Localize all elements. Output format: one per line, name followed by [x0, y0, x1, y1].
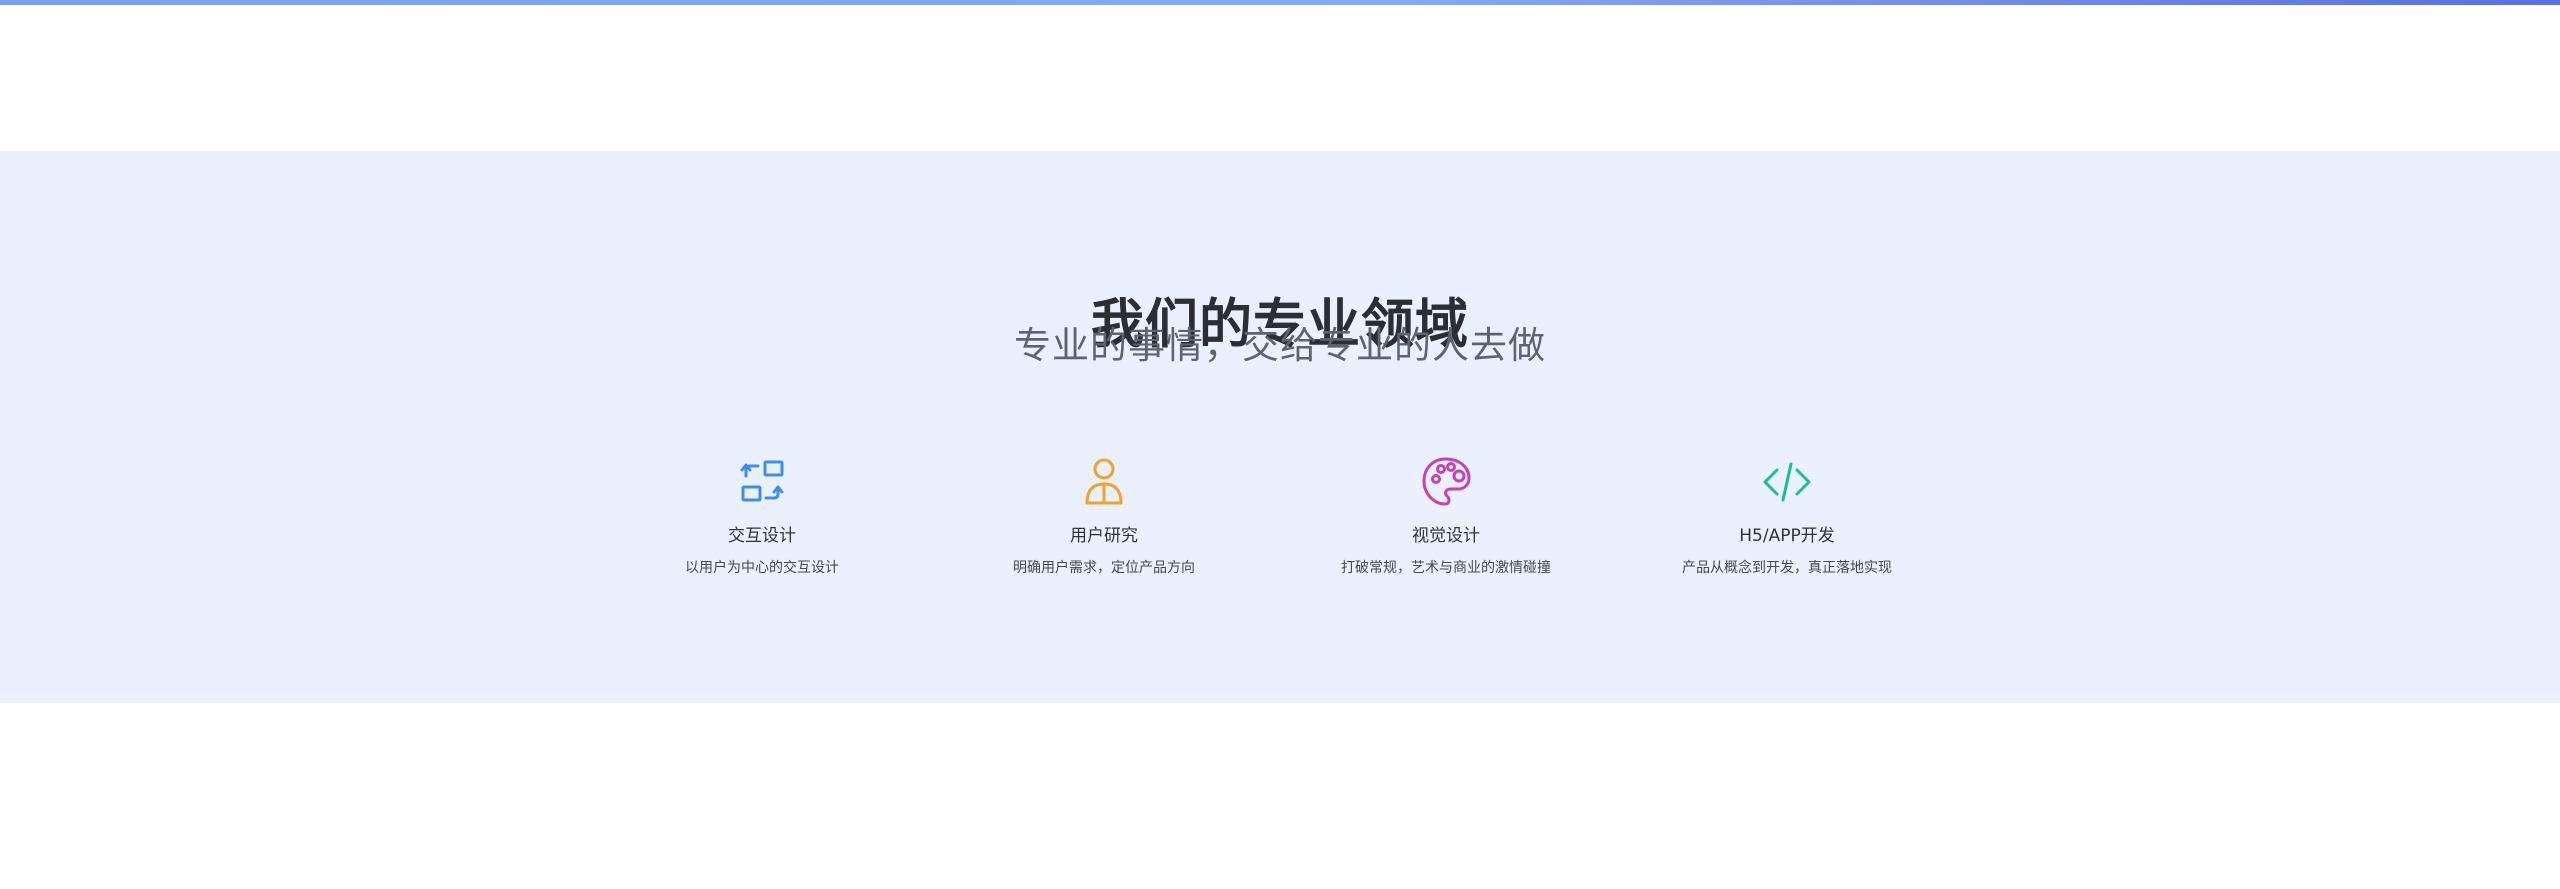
- feature-name: 用户研究: [1070, 526, 1138, 546]
- interaction-swap-icon: [732, 452, 792, 512]
- code-icon: [1757, 452, 1817, 512]
- feature-description: 以用户为中心的交互设计: [685, 560, 839, 576]
- palette-icon: [1416, 452, 1476, 512]
- feature-name: H5/APP开发: [1739, 526, 1835, 546]
- expertise-section: [0, 151, 2560, 703]
- feature-user-research: 用户研究 明确用户需求，定位产品方向: [954, 452, 1254, 578]
- feature-interaction-design: 交互设计 以用户为中心的交互设计: [612, 452, 912, 578]
- feature-name: 视觉设计: [1412, 526, 1480, 546]
- feature-description: 明确用户需求，定位产品方向: [1013, 560, 1195, 576]
- feature-h5-app-development: H5/APP开发 产品从概念到开发，真正落地实现: [1637, 452, 1937, 578]
- feature-list: 交互设计 以用户为中心的交互设计 用户研究 明确用户需求，定位产品方向 视觉设计…: [0, 452, 2560, 592]
- feature-description: 产品从概念到开发，真正落地实现: [1682, 560, 1892, 576]
- user-research-icon: [1074, 452, 1134, 512]
- section-subtitle: 专业的事情，交给专业的人去做: [1014, 324, 1546, 367]
- feature-name: 交互设计: [728, 526, 796, 546]
- feature-visual-design: 视觉设计 打破常规，艺术与商业的激情碰撞: [1296, 452, 1596, 578]
- top-accent-bar: [0, 0, 2560, 5]
- feature-description: 打破常规，艺术与商业的激情碰撞: [1341, 560, 1551, 576]
